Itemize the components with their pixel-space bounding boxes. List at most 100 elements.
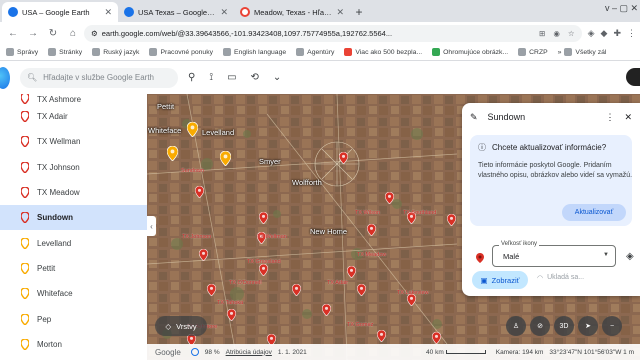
show-button[interactable]: ▣ Zobraziť	[472, 271, 528, 289]
folder-icon	[223, 48, 231, 56]
icon-size-select[interactable]: Veľkosť ikony Malé ▼	[492, 241, 616, 267]
extensions: ◈ ◆ ✚ ⋮	[588, 28, 636, 39]
sidebar-item[interactable]: TX Meadow	[0, 180, 147, 205]
compass-icon[interactable]: ➤	[578, 316, 598, 336]
google-favicon-icon	[240, 7, 250, 17]
extension-icon[interactable]: ◈	[588, 28, 595, 39]
map-marker-label: TX Grassland	[247, 259, 281, 265]
close-icon[interactable]: ✕	[624, 112, 632, 123]
yellow-pin-icon	[20, 288, 29, 300]
browser-tab-3[interactable]: Meadow, Texas - Hľadať Goog ✕	[234, 2, 350, 22]
info-icon: ⓘ	[478, 143, 486, 152]
place-pin-icon[interactable]: ⚲	[188, 72, 195, 83]
sidebar-item-label: Whiteface	[37, 289, 73, 299]
url-bar[interactable]: ⚙ earth.google.com/web/@33.39643566,-101…	[84, 24, 582, 42]
menu-icon[interactable]: ⋮	[627, 28, 636, 39]
bookmark-item[interactable]: Správy	[6, 48, 38, 56]
map-status-bar: Google 98 % Atribúcia údajov 1. 1. 2021 …	[147, 344, 640, 360]
window-controls[interactable]: v – ▢ ✕	[605, 3, 638, 14]
bookmarks-bar: Správy Stránky Ruský jazyk Pracovné ponu…	[0, 44, 640, 61]
scale-bar-line	[445, 350, 486, 354]
sidebar-item[interactable]: Whiteface	[0, 281, 147, 306]
forward-icon[interactable]: →	[24, 28, 42, 39]
sidebar-item[interactable]: Sundown	[0, 205, 147, 231]
red-pin-icon	[20, 111, 29, 123]
path-icon[interactable]: ⟟	[209, 72, 213, 83]
pegman-icon[interactable]: ♙	[506, 316, 526, 336]
more-bookmarks-icon: »	[557, 48, 562, 56]
tab-title: Meadow, Texas - Hľadať Goog	[254, 7, 333, 17]
back-icon[interactable]: ←	[4, 28, 22, 39]
history-icon[interactable]: ⟲	[251, 72, 259, 83]
close-tab-icon[interactable]: ✕	[336, 7, 344, 18]
bookmark-item[interactable]: » Všetky zál	[557, 48, 606, 56]
fill-color-icon[interactable]: ◈	[626, 251, 634, 262]
browser-tab-2[interactable]: USA Texas – Google Earth ✕	[118, 2, 234, 22]
sidebar-item[interactable]: Morton	[0, 332, 147, 357]
browser-tab-1[interactable]: USA – Google Earth ✕	[2, 2, 118, 22]
sidebar-item[interactable]: Levelland	[0, 230, 147, 255]
search-input[interactable]: Hľadajte v službe Google Earth	[43, 73, 154, 82]
map-marker-label: TX Southland	[403, 210, 437, 216]
bookmark-item[interactable]: CRZP	[518, 48, 548, 56]
folder-icon	[6, 48, 14, 56]
search-box[interactable]: 🔍︎ Hľadajte v službe Google Earth	[20, 67, 178, 88]
bookmark-item[interactable]: Ruský jazyk	[92, 48, 139, 56]
home-icon[interactable]: ⌂	[64, 28, 82, 39]
site-info-icon[interactable]: ⚙	[91, 29, 98, 38]
search-icon: 🔍︎	[27, 73, 38, 82]
extension-icon[interactable]: ◆	[601, 28, 608, 39]
reload-icon[interactable]: ↻	[44, 28, 62, 39]
bookmark-item[interactable]: Agentúry	[296, 48, 334, 56]
avatar[interactable]	[626, 68, 640, 86]
toggle-3d-button[interactable]: 3D	[554, 316, 574, 336]
header-tools: ⚲ ⟟ ▭ ⟲ ⌄	[188, 72, 281, 83]
more-options-icon[interactable]: ⋮	[605, 112, 614, 123]
sidebar-item-label: Levelland	[37, 238, 72, 248]
location-off-icon[interactable]: ⊘	[530, 316, 550, 336]
map-marker-label: TX Gomez	[347, 322, 374, 328]
bookmark-item[interactable]: Stránky	[48, 48, 82, 56]
sidebar-item[interactable]: Pep	[0, 306, 147, 331]
zoom-out-button[interactable]: −	[602, 316, 622, 336]
update-button[interactable]: Aktualizovať	[562, 204, 626, 221]
sidebar-item[interactable]: TX Ashmore	[0, 94, 147, 104]
address-bar-row: ← → ↻ ⌂ ⚙ earth.google.com/web/@33.39643…	[0, 22, 640, 44]
bookmark-star-icon[interactable]: ☆	[568, 29, 575, 38]
attribution-link[interactable]: Atribúcia údajov	[226, 349, 272, 356]
map-place-label: New Home	[310, 227, 348, 236]
close-tab-icon[interactable]: ✕	[220, 7, 228, 18]
sidebar-item[interactable]: TX Wellman	[0, 129, 147, 154]
google-earth-favicon-icon	[8, 7, 18, 17]
google-earth-logo[interactable]	[0, 66, 10, 89]
folder-icon	[48, 48, 57, 56]
site-icon	[518, 48, 527, 56]
bookmark-item[interactable]: Viac ako 500 bezpla...	[344, 48, 422, 56]
sidebar-item[interactable]: Pettit	[0, 256, 147, 281]
red-pin-icon	[20, 187, 29, 199]
folder-icon	[149, 48, 158, 56]
edit-icon[interactable]: ✎	[470, 112, 478, 123]
map-marker-label: TX Tahoka	[217, 300, 244, 306]
chevron-down-icon[interactable]: ⌄	[273, 72, 281, 83]
sidebar-item[interactable]: TX Adair	[0, 104, 147, 129]
layers-button[interactable]: ◇ Vrstvy	[155, 316, 207, 336]
bookmark-item[interactable]: Pracovné ponuky	[149, 48, 213, 56]
bookmark-item[interactable]: English language	[223, 48, 286, 56]
bookmark-item[interactable]: Ohromujúce obrázk...	[432, 48, 508, 56]
map-place-label: Pettit	[157, 102, 175, 111]
collapse-panel-icon[interactable]: ‹	[147, 216, 156, 236]
red-pin-icon	[20, 161, 29, 173]
location-icon[interactable]: ◉	[553, 29, 560, 38]
folder-icon	[564, 48, 573, 56]
puzzle-icon[interactable]: ✚	[613, 28, 621, 39]
projects-icon[interactable]: ▭	[227, 72, 236, 83]
new-tab-button[interactable]: +	[350, 2, 368, 22]
sidebar-item-label: TX Meadow	[37, 188, 80, 198]
translate-icon[interactable]: ⊞	[539, 29, 545, 38]
close-tab-icon[interactable]: ✕	[104, 7, 112, 18]
google-brand: Google	[155, 347, 181, 357]
sidebar-item[interactable]: TX Johnson	[0, 155, 147, 180]
map-place-label: Wolfforth	[292, 178, 322, 187]
sidebar-item-label: Pettit	[37, 263, 56, 273]
